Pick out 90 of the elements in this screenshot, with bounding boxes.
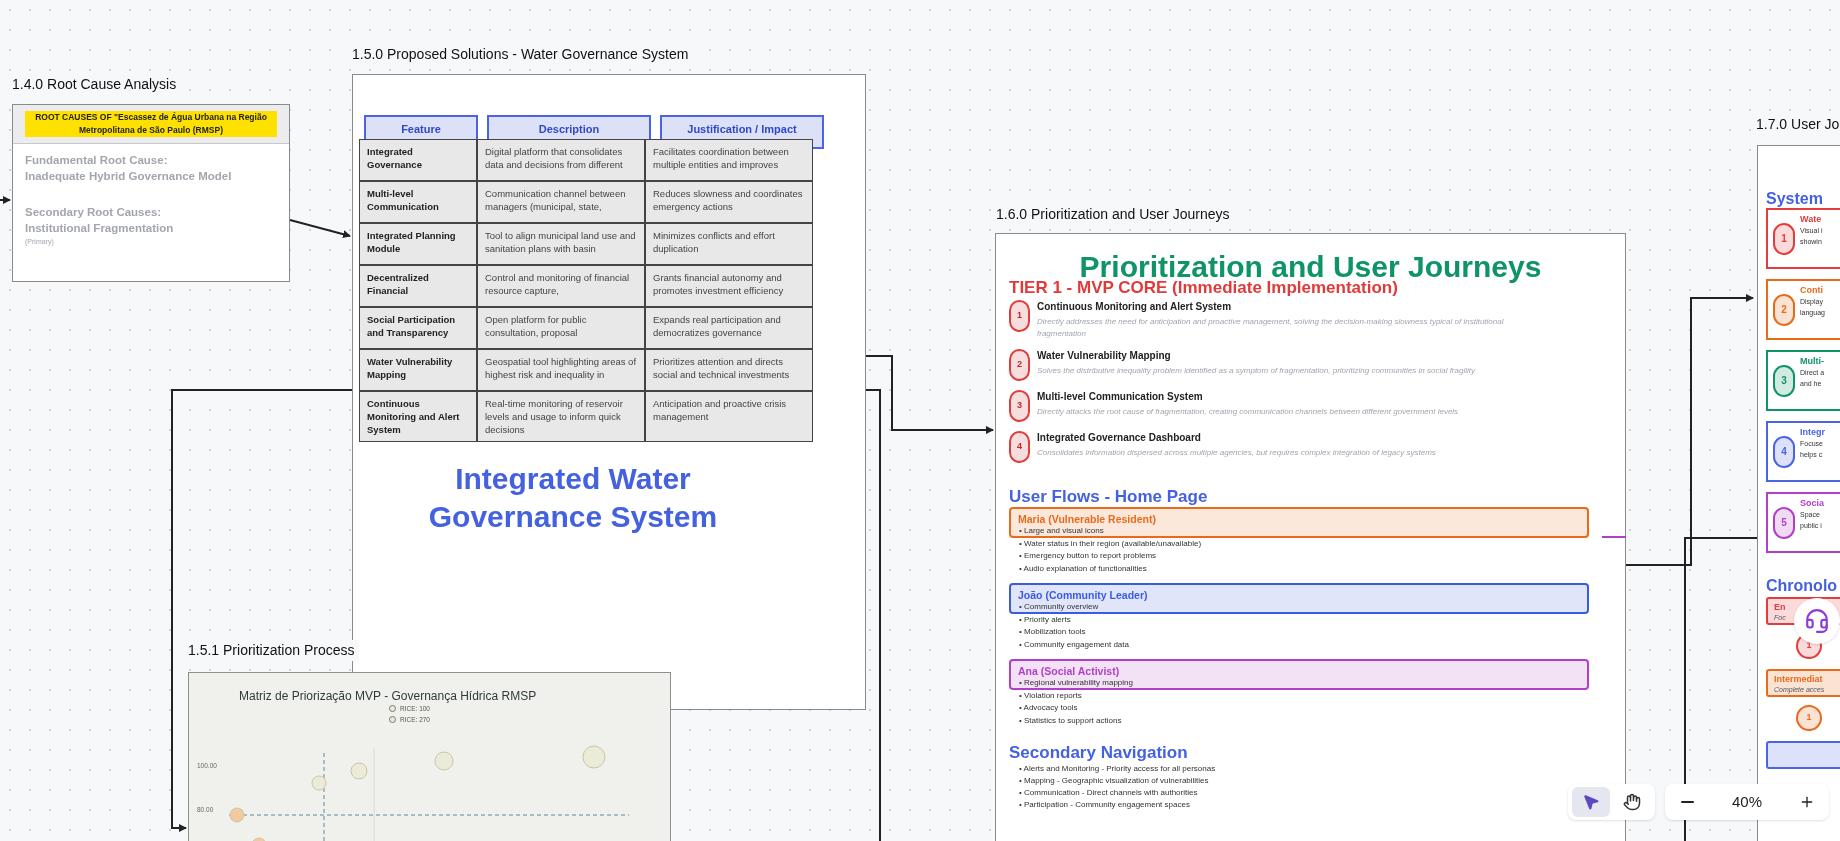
table-cell: Multi-level Communication <box>359 181 477 223</box>
flows-title: User Flows - Home Page <box>1009 487 1209 507</box>
navigation-item: • Communication - Direct channels with authorities <box>1019 787 1198 799</box>
bubble <box>350 762 368 780</box>
secondary-title: Secondary Navigation <box>1009 743 1189 763</box>
persona-bullet: • Emergency button to report problems <box>1019 550 1158 562</box>
number-badge: 1 <box>1796 705 1822 731</box>
system-headline: Integrated Water Governance System <box>427 461 719 535</box>
feature-title: Integr <box>1800 426 1825 438</box>
table-cell: Grants financial autonomy and promotes investment efficiency <box>645 265 813 307</box>
section-title: System <box>1766 190 1824 208</box>
table-cell: Open platform for public consultation, proposal <box>477 307 645 349</box>
headset-icon <box>1804 608 1830 634</box>
table-cell: Tool to align municipal land use and sanitation plans with basin <box>477 223 645 265</box>
hand-icon <box>1623 793 1642 811</box>
chart-title: Matriz de Priorização MVP - Governança Hídrica RMSP <box>239 688 537 705</box>
table-cell: Reduces slowness and coordinates emergency actions <box>645 181 813 223</box>
fundamental-cause: Inadequate Hybrid Governance Model <box>25 169 233 184</box>
minus-icon <box>1680 801 1694 803</box>
tier-item-title: Integrated Governance Dashboard <box>1037 431 1202 445</box>
persona-bullet: • Advocacy tools <box>1019 702 1079 714</box>
feature-title: Multi- <box>1800 355 1825 367</box>
persona-bullet: • Priority alerts <box>1019 613 1072 626</box>
chronology-title: Chronolo <box>1766 577 1839 595</box>
number-badge: 1 <box>1009 300 1030 332</box>
persona-bullet: • Violation reports <box>1019 689 1083 702</box>
plus-icon <box>1799 794 1815 810</box>
secondary-label: Secondary Root Causes: <box>25 205 163 220</box>
persona-bullet: • Mobilization tools <box>1019 626 1087 638</box>
table-cell: Integrated Governance <box>359 139 477 181</box>
persona-bullet: • Statistics to support actions <box>1019 714 1123 727</box>
navigation-item: • Mapping - Geographic visualization of vulnerabilities <box>1019 775 1209 787</box>
persona-bullet: • Community overview <box>1019 601 1100 613</box>
connector-arrow <box>0 196 11 204</box>
table-cell: Facilitates coordination between multiple entities and improves <box>645 139 813 181</box>
table-cell: Decentralized Financial <box>359 265 477 307</box>
number-badge: 4 <box>1773 435 1795 468</box>
table-cell: Real-time monitoring of reservoir levels and usage to inform quick decisions <box>477 391 645 442</box>
tier-item-description: Solves the distributive inequality problem identified as a symptom of fragmentation, prioritizing communities in social fragility <box>1037 365 1476 377</box>
connector-arrow <box>289 219 351 239</box>
navigation-item: • Participation - Community engagement spaces <box>1019 799 1190 811</box>
select-tool-button[interactable] <box>1572 787 1610 817</box>
number-badge: 2 <box>1009 349 1030 381</box>
bubble <box>229 807 245 823</box>
secondary-cause: Institutional Fragmentation <box>25 221 175 236</box>
table-cell: Control and monitoring of financial resource capture, <box>477 265 645 307</box>
pointer-icon <box>1581 793 1600 811</box>
tier-title: TIER 1 - MVP CORE (Immediate Implementation) <box>1009 279 1399 297</box>
persona-bullet: • Large and visual icons <box>1019 525 1105 537</box>
bubble <box>582 745 606 769</box>
tier-item-description: Consolidates information dispersed across multiple agencies, but requires complex integration of legacy systems <box>1037 447 1437 459</box>
tier-item-description: Directly attacks the root cause of fragmentation, creating communication channels between different government levels <box>1037 406 1460 418</box>
tier-item-title: Water Vulnerability Mapping <box>1037 349 1172 363</box>
tier-item-title: Continuous Monitoring and Alert System <box>1037 300 1233 314</box>
table-cell: Anticipation and proactive crisis management <box>645 391 813 442</box>
phase-title: En <box>1774 601 1787 613</box>
number-badge: 1 <box>1773 222 1795 255</box>
bubble <box>251 837 267 841</box>
persona-bullet: • Audio explanation of functionalities <box>1019 562 1148 575</box>
persona-bullet: • Community engagement data <box>1019 638 1130 651</box>
table-cell: Integrated Planning Module <box>359 223 477 265</box>
table-cell: Water Vulnerability Mapping <box>359 349 477 391</box>
number-badge: 4 <box>1009 431 1030 463</box>
table-cell: Geospatial tool highlighting areas of highest risk and inequality in <box>477 349 645 391</box>
feature-title: Socia <box>1800 497 1824 509</box>
tier-item-description: Directly addresses the need for anticipation and proactive management, solving the decision-making slowness typical of institutional fragmentation <box>1037 316 1505 340</box>
table-cell: Communication channel between managers (municipal, state, <box>477 181 645 223</box>
feature-title: Wate <box>1800 213 1823 225</box>
fundamental-label: Fundamental Root Cause: <box>25 153 169 168</box>
persona-bullet: • Water status in their region (available/unavailable) <box>1019 537 1203 550</box>
number-badge: 5 <box>1773 506 1795 539</box>
bubble <box>311 775 327 791</box>
connector-line <box>1601 536 1627 538</box>
zoom-value: 40% <box>1732 791 1762 812</box>
table-cell: Digital platform that consolidates data and decisions from different <box>477 139 645 181</box>
tier-item-title: Multi-level Communication System <box>1037 390 1204 404</box>
table-cell: Prioritizes attention and directs social and technical investments <box>645 349 813 391</box>
phase-title: Intermediat <box>1774 673 1824 685</box>
navigation-item: • Alerts and Monitoring - Priority access for all personas <box>1019 763 1216 775</box>
number-badge: 2 <box>1773 293 1795 326</box>
root-cause-heading: ROOT CAUSES OF "Escassez de Água Urbana na Região Metropolitana de São Paulo (RMSP) <box>25 111 277 137</box>
bubble <box>434 751 454 771</box>
number-badge: 3 <box>1773 364 1795 397</box>
table-cell: Social Participation and Transparency <box>359 307 477 349</box>
table-cell: Minimizes conflicts and effort duplication <box>645 223 813 265</box>
table-cell: Expands real participation and democratizes governance <box>645 307 813 349</box>
persona-bullet: • Regional vulnerability mapping <box>1019 677 1134 689</box>
feature-title: Conti <box>1800 284 1824 296</box>
number-badge: 3 <box>1009 390 1030 422</box>
table-cell: Continuous Monitoring and Alert System <box>359 391 477 442</box>
